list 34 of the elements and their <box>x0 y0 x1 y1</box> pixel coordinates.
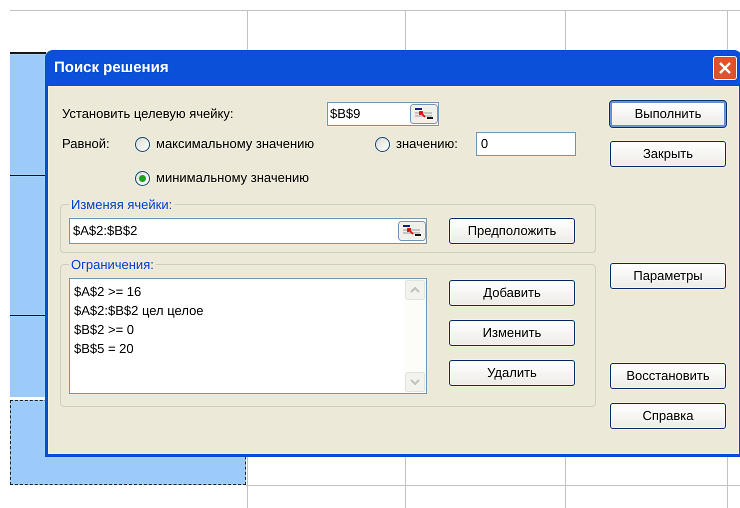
target-cell-field[interactable]: $B$9 <box>327 102 439 126</box>
dialog-button[interactable]: Восстановить <box>610 363 726 389</box>
constraints-list[interactable]: $A$2 >= 16 $A$2:$B$2 цел целое $B$2 >= 0 $B$5 = 20 <box>69 278 427 394</box>
constraint-item[interactable]: $A$2 >= 16 <box>74 282 404 301</box>
group-label: Ограничения: <box>70 256 155 274</box>
default-button[interactable]: Выполнить <box>610 101 726 127</box>
range-select-icon[interactable] <box>410 104 438 124</box>
close-icon <box>719 62 731 74</box>
radio-button[interactable] <box>135 170 150 186</box>
constraint-item[interactable]: $B$2 >= 0 <box>74 320 404 339</box>
dialog-button[interactable]: Справка <box>610 403 726 429</box>
radio-button[interactable] <box>375 136 390 152</box>
range-select-icon[interactable] <box>398 220 426 240</box>
radio-label[interactable]: минимальному значению <box>156 168 310 188</box>
target-cell-label: Установить целевую ячейку: <box>62 105 234 124</box>
radio-label[interactable]: максимальному значению <box>156 134 314 154</box>
guess-button[interactable]: Предположить <box>449 218 575 244</box>
constraint-button[interactable]: Добавить <box>449 280 575 306</box>
radio-label[interactable]: значению: <box>396 134 458 154</box>
constraint-item[interactable]: $A$2:$B$2 цел целое <box>74 301 404 320</box>
close-button[interactable] <box>713 56 737 80</box>
dialog-button[interactable]: Закрыть <box>610 141 726 167</box>
constraint-item[interactable]: $B$5 = 20 <box>74 339 404 358</box>
field-value: $A$2:$B$2 <box>73 222 138 240</box>
equal-label: Равной: <box>62 135 111 154</box>
changing-cells-field[interactable]: $A$2:$B$2 <box>69 218 427 244</box>
value-field[interactable]: 0 <box>476 132 576 156</box>
window-title: Поиск решения <box>54 58 169 78</box>
group-label: Изменяя ячейки: <box>70 196 174 214</box>
dialog-button[interactable]: Параметры <box>610 263 726 289</box>
radio-button[interactable] <box>135 136 150 152</box>
field-value: $B$9 <box>330 105 360 124</box>
constraint-button[interactable]: Удалить <box>449 360 575 386</box>
constraint-button[interactable]: Изменить <box>449 320 575 346</box>
